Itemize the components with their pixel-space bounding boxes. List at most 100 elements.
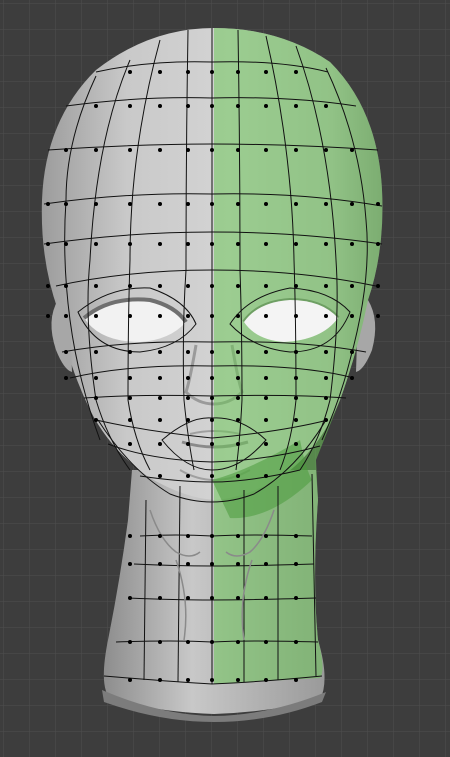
vertex-dot[interactable] [324,284,328,288]
vertex-dot[interactable] [350,284,354,288]
vertex-dot[interactable] [236,596,240,600]
vertex-dot[interactable] [350,202,354,206]
vertex-dot[interactable] [236,562,240,566]
vertex-dot[interactable] [158,148,162,152]
vertex-dot[interactable] [128,418,132,422]
vertex-dot[interactable] [128,284,132,288]
vertex-dot[interactable] [376,284,380,288]
vertex-dot[interactable] [186,442,190,446]
vertex-dot[interactable] [236,442,240,446]
vertex-dot[interactable] [158,104,162,108]
vertex-dot[interactable] [94,350,98,354]
vertex-dot[interactable] [210,442,214,446]
vertex-dot[interactable] [210,534,214,538]
vertex-dot[interactable] [236,70,240,74]
vertex-dot[interactable] [158,314,162,318]
vertex-dot[interactable] [210,284,214,288]
vertex-dot[interactable] [158,534,162,538]
vertex-dot[interactable] [264,284,268,288]
vertex-dot[interactable] [94,242,98,246]
vertex-dot[interactable] [210,350,214,354]
vertex-dot[interactable] [294,534,298,538]
vertex-dot[interactable] [324,148,328,152]
vertex-dot[interactable] [64,202,68,206]
vertex-dot[interactable] [64,376,68,380]
vertex-dot[interactable] [186,678,190,682]
vertex-dot[interactable] [128,202,132,206]
vertex-dot[interactable] [294,70,298,74]
vertex-dot[interactable] [264,314,268,318]
vertex-dot[interactable] [210,70,214,74]
vertex-dot[interactable] [236,376,240,380]
vertex-dot[interactable] [158,596,162,600]
vertex-dot[interactable] [294,314,298,318]
vertex-dot[interactable] [350,148,354,152]
vertex-dot[interactable] [128,442,132,446]
vertex-dot[interactable] [64,314,68,318]
vertex-dot[interactable] [186,418,190,422]
vertex-dot[interactable] [64,148,68,152]
vertex-dot[interactable] [210,104,214,108]
vertex-dot[interactable] [158,70,162,74]
vertex-dot[interactable] [128,350,132,354]
vertex-dot[interactable] [294,562,298,566]
vertex-dot[interactable] [128,314,132,318]
vertex-dot[interactable] [264,70,268,74]
vertex-dot[interactable] [324,242,328,246]
vertex-dot[interactable] [294,678,298,682]
vertex-dot[interactable] [186,148,190,152]
vertex-dot[interactable] [294,418,298,422]
vertex-dot[interactable] [264,376,268,380]
vertex-dot[interactable] [236,418,240,422]
vertex-dot[interactable] [158,376,162,380]
vertex-dot[interactable] [186,376,190,380]
vertex-dot[interactable] [158,202,162,206]
vertex-dot[interactable] [294,242,298,246]
vertex-dot[interactable] [158,474,162,478]
vertex-dot[interactable] [158,350,162,354]
vertex-dot[interactable] [158,418,162,422]
vertex-dot[interactable] [294,148,298,152]
vertex-dot[interactable] [46,284,50,288]
vertex-dot[interactable] [94,284,98,288]
vertex-dot[interactable] [376,314,380,318]
vertex-dot[interactable] [264,418,268,422]
vertex-dot[interactable] [210,596,214,600]
vertex-dot[interactable] [158,678,162,682]
vertex-dot[interactable] [324,396,328,400]
vertex-dot[interactable] [236,284,240,288]
vertex-dot[interactable] [324,202,328,206]
vertex-dot[interactable] [324,376,328,380]
vertex-dot[interactable] [94,396,98,400]
vertex-dot[interactable] [236,314,240,318]
vertex-dot[interactable] [158,442,162,446]
vertex-dot[interactable] [128,640,132,644]
vertex-dot[interactable] [94,104,98,108]
vertex-dot[interactable] [94,314,98,318]
vertex-dot[interactable] [128,376,132,380]
vertex-dot[interactable] [158,396,162,400]
vertex-dot[interactable] [186,314,190,318]
vertex-dot[interactable] [186,202,190,206]
vertex-dot[interactable] [264,396,268,400]
vertex-dot[interactable] [186,70,190,74]
3d-viewport[interactable] [0,0,450,757]
vertex-dot[interactable] [264,148,268,152]
vertex-dot[interactable] [294,350,298,354]
vertex-dot[interactable] [158,284,162,288]
vertex-dot[interactable] [210,418,214,422]
vertex-dot[interactable] [186,350,190,354]
vertex-dot[interactable] [128,596,132,600]
vertex-dot[interactable] [236,104,240,108]
vertex-dot[interactable] [210,562,214,566]
vertex-dot[interactable] [236,242,240,246]
vertex-dot[interactable] [186,284,190,288]
vertex-dot[interactable] [264,350,268,354]
vertex-dot[interactable] [128,562,132,566]
vertex-dot[interactable] [64,350,68,354]
vertex-dot[interactable] [186,534,190,538]
vertex-dot[interactable] [350,242,354,246]
vertex-dot[interactable] [186,396,190,400]
vertex-dot[interactable] [46,242,50,246]
vertex-dot[interactable] [46,314,50,318]
